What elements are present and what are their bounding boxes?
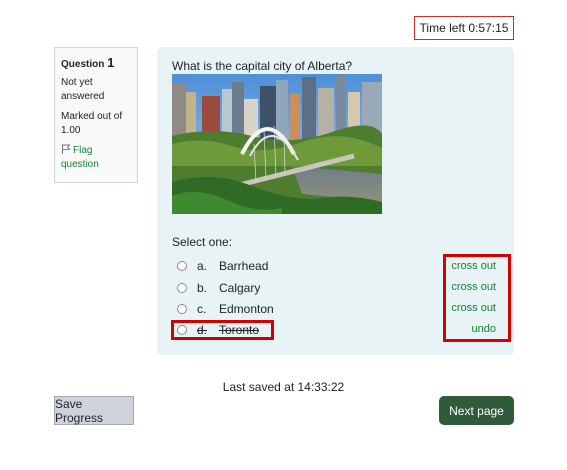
cross-out-link-b[interactable]: cross out [451,281,496,293]
time-left-indicator: Time left 0:57:15 [414,16,514,40]
cross-out-actions-highlight: cross out cross out cross out undo [443,254,511,342]
question-info-panel: Question 1 Not yet answered Marked out o… [54,47,138,183]
question-text: What is the capital city of Alberta? [172,59,353,73]
radio-option-b[interactable] [177,283,187,293]
question-heading: Question [61,59,105,70]
cross-out-link-a[interactable]: cross out [451,260,496,272]
undo-link-d[interactable]: undo [472,323,496,335]
struck-option-highlight [171,320,274,340]
option-letter: a. [197,259,208,273]
answer-option-b[interactable]: b. Calgary [177,279,260,297]
time-left-text: Time left 0:57:15 [419,21,509,35]
next-page-button[interactable]: Next page [439,396,514,425]
question-image [172,74,382,214]
edmonton-skyline-image [172,74,382,214]
question-grade: Marked out of 1.00 [61,111,123,136]
answer-option-c[interactable]: c. Edmonton [177,300,274,318]
save-progress-button[interactable]: Save Progress [54,396,134,425]
option-letter: b. [197,281,208,295]
cross-out-link-c[interactable]: cross out [451,302,496,314]
last-saved-status: Last saved at 14:33:22 [222,380,345,394]
answer-option-a[interactable]: a. Barrhead [177,257,268,275]
option-text[interactable]: Barrhead [219,259,268,273]
question-state: Not yet answered [61,77,105,102]
flag-icon [62,144,71,154]
radio-option-a[interactable] [177,261,187,271]
option-text[interactable]: Edmonton [219,302,274,316]
question-number-value: 1 [107,55,115,70]
radio-option-c[interactable] [177,304,187,314]
option-letter: c. [197,302,207,316]
flag-question-link[interactable]: Flag question [61,144,131,172]
select-one-label: Select one: [172,235,233,249]
option-text[interactable]: Calgary [219,281,260,295]
question-number: Question 1 [61,56,131,72]
